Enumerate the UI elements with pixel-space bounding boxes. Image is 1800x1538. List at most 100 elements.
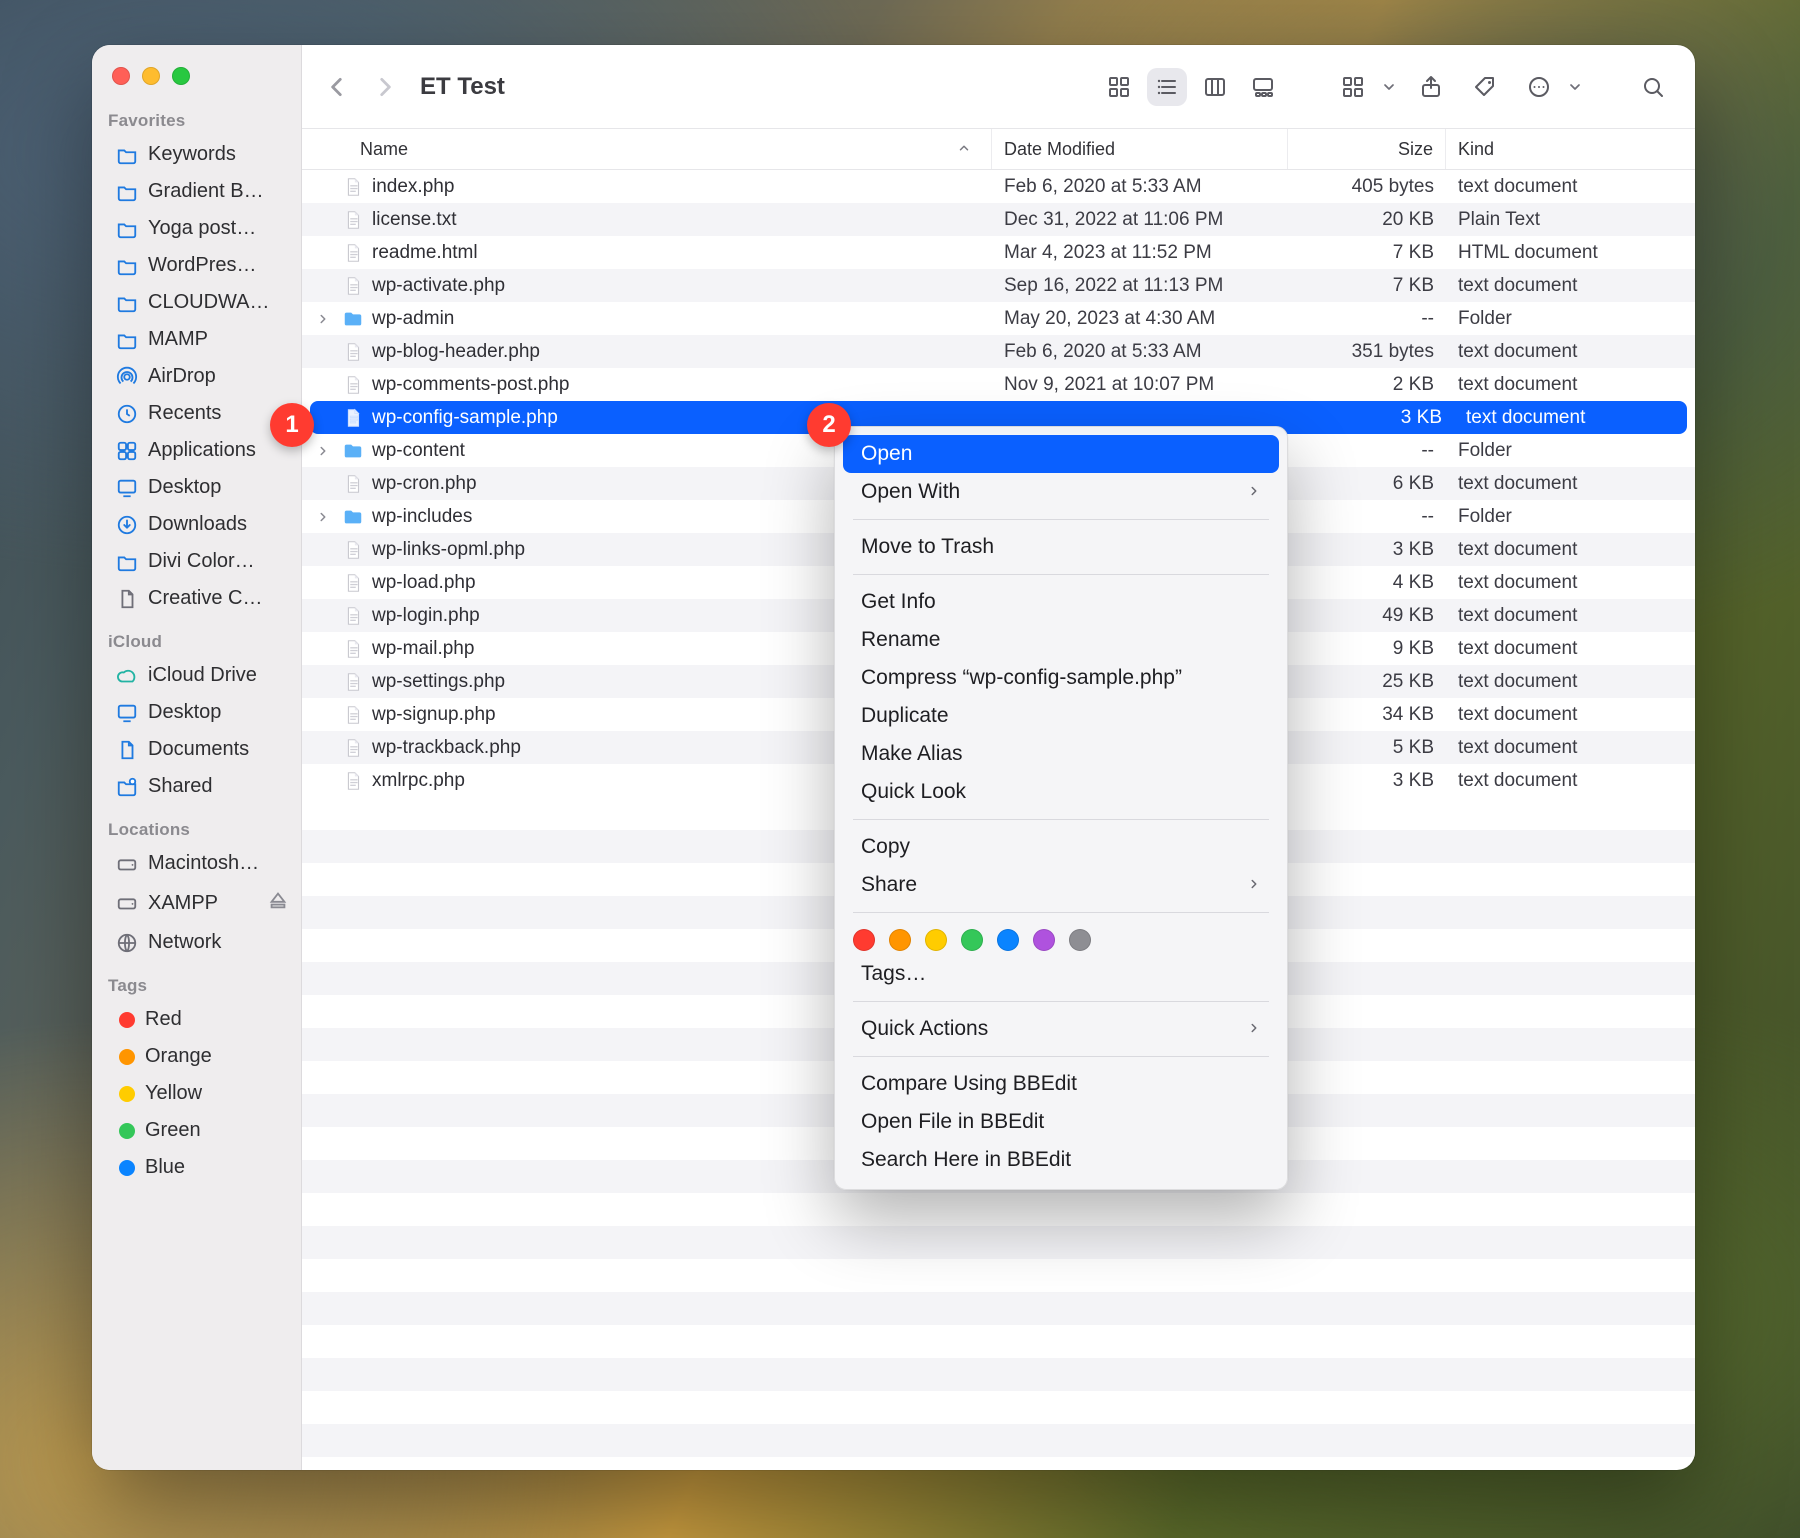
context-menu-item[interactable]: Share [843,866,1279,904]
sidebar-heading-icloud: iCloud [108,626,301,658]
sidebar-item-favorites[interactable]: WordPres… [110,248,295,283]
search-button[interactable] [1633,68,1673,106]
column-size[interactable]: Size [1288,129,1446,169]
file-date: Feb 6, 2020 at 5:33 AM [992,170,1288,203]
file-date: Dec 31, 2022 at 11:06 PM [992,203,1288,236]
eject-icon[interactable] [267,889,289,917]
view-gallery-button[interactable] [1243,68,1283,106]
context-menu-item[interactable]: Quick Actions [843,1010,1279,1048]
forward-button[interactable] [372,74,398,100]
sidebar-item-icloud[interactable]: iCloud Drive [110,658,295,693]
group-by-button[interactable] [1333,68,1373,106]
column-kind-label: Kind [1458,139,1494,160]
tag-color-dot[interactable] [961,929,983,951]
table-row[interactable]: wp-activate.phpSep 16, 2022 at 11:13 PM7… [302,269,1695,302]
sidebar-item-favorites[interactable]: Gradient B… [110,174,295,209]
sidebar-item-favorites[interactable]: Divi Color… [110,544,295,579]
sidebar-item-favorites[interactable]: Recents [110,396,295,431]
close-window-button[interactable] [112,67,130,85]
tag-color-dot[interactable] [1069,929,1091,951]
context-menu-item[interactable]: Quick Look [843,773,1279,811]
sidebar-item-favorites[interactable]: AirDrop [110,359,295,394]
context-menu-item[interactable]: Duplicate [843,697,1279,735]
file-name: wp-content [372,440,465,462]
column-date[interactable]: Date Modified [992,129,1288,169]
sidebar-item-locations[interactable]: Macintosh… [110,846,295,881]
table-row[interactable]: readme.htmlMar 4, 2023 at 11:52 PM7 KBHT… [302,236,1695,269]
column-name-label: Name [360,139,408,160]
sidebar-item-favorites[interactable]: Desktop [110,470,295,505]
context-menu-item[interactable]: Compress “wp-config-sample.php” [843,659,1279,697]
tag-color-dot[interactable] [889,929,911,951]
file-kind: text document [1446,731,1695,764]
file-icon [342,671,364,693]
minimize-window-button[interactable] [142,67,160,85]
tags-button[interactable] [1465,68,1505,106]
folder-icon [342,440,364,462]
sidebar-item-favorites[interactable]: Applications [110,433,295,468]
file-kind: text document [1446,632,1695,665]
context-menu-item[interactable]: Tags… [843,955,1279,993]
disclosure-triangle-icon[interactable] [312,510,334,524]
sidebar-item-favorites[interactable]: Creative C… [110,581,295,616]
sidebar-item-favorites[interactable]: Downloads [110,507,295,542]
sidebar-item-locations[interactable]: Network [110,925,295,960]
context-menu-item[interactable]: Get Info [843,583,1279,621]
tag-color-dot[interactable] [1033,929,1055,951]
context-menu-item[interactable]: Move to Trash [843,528,1279,566]
column-kind[interactable]: Kind [1446,129,1695,169]
context-menu-item[interactable]: Copy [843,828,1279,866]
sidebar-item-icloud[interactable]: Documents [110,732,295,767]
context-menu-item[interactable]: Compare Using BBEdit [843,1065,1279,1103]
sidebar-tag[interactable]: Orange [110,1039,295,1074]
table-row[interactable]: index.phpFeb 6, 2020 at 5:33 AM405 bytes… [302,170,1695,203]
folder-icon [342,308,364,330]
tag-color-dot[interactable] [925,929,947,951]
context-menu-item[interactable]: Make Alias [843,735,1279,773]
file-size: 7 KB [1288,236,1446,269]
context-menu-item-label: Quick Look [861,780,966,804]
context-menu: OpenOpen With Move to Trash Get InfoRename… [834,426,1288,1190]
tag-dot-icon [119,1123,135,1139]
table-row[interactable]: wp-blog-header.phpFeb 6, 2020 at 5:33 AM… [302,335,1695,368]
column-date-label: Date Modified [1004,139,1115,160]
context-menu-item[interactable]: Search Here in BBEdit [843,1141,1279,1179]
sidebar-item-locations[interactable]: XAMPP [110,883,295,923]
tag-color-dot[interactable] [997,929,1019,951]
zoom-window-button[interactable] [172,67,190,85]
sidebar-item-favorites[interactable]: Keywords [110,137,295,172]
sidebar-item-icloud[interactable]: Desktop [110,695,295,730]
tag-dot-icon [119,1049,135,1065]
back-button[interactable] [324,74,350,100]
share-button[interactable] [1411,68,1451,106]
sidebar-item-favorites[interactable]: MAMP [110,322,295,357]
disclosure-triangle-icon[interactable] [312,312,334,326]
sidebar-item-favorites[interactable]: CLOUDWA… [110,285,295,320]
disclosure-triangle-icon[interactable] [312,444,334,458]
sidebar-tag[interactable]: Yellow [110,1076,295,1111]
file-name: wp-mail.php [372,638,474,660]
table-row[interactable]: wp-adminMay 20, 2023 at 4:30 AM--Folder [302,302,1695,335]
context-menu-item[interactable]: Open File in BBEdit [843,1103,1279,1141]
sidebar-tag[interactable]: Blue [110,1150,295,1185]
context-menu-item[interactable]: Open With [843,473,1279,511]
context-menu-item[interactable]: Rename [843,621,1279,659]
folder-icon [116,329,138,351]
view-icons-button[interactable] [1099,68,1139,106]
view-columns-button[interactable] [1195,68,1235,106]
context-menu-item[interactable]: Open [843,435,1279,473]
shared-icon [116,776,138,798]
airdrop-icon [116,366,138,388]
sidebar-item-icloud[interactable]: Shared [110,769,295,804]
table-row[interactable]: license.txtDec 31, 2022 at 11:06 PM20 KB… [302,203,1695,236]
view-list-button[interactable] [1147,68,1187,106]
table-row[interactable]: wp-comments-post.phpNov 9, 2021 at 10:07… [302,368,1695,401]
sidebar-tag[interactable]: Red [110,1002,295,1037]
disk-icon [116,853,138,875]
sidebar-tag[interactable]: Green [110,1113,295,1148]
more-actions-button[interactable] [1519,68,1559,106]
file-name: wp-activate.php [372,275,505,297]
sidebar-item-favorites[interactable]: Yoga post… [110,211,295,246]
column-name[interactable]: Name [302,129,992,169]
tag-color-dot[interactable] [853,929,875,951]
